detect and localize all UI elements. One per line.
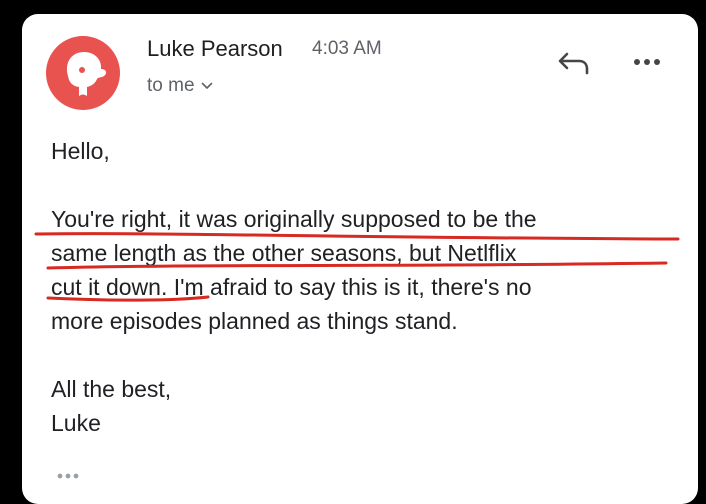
body-line: You're right, it was originally supposed… (51, 206, 537, 232)
reply-icon (558, 52, 589, 75)
show-trimmed-content-button[interactable] (54, 469, 84, 483)
avatar-icon (46, 36, 120, 110)
email-timestamp: 4:03 AM (312, 38, 382, 59)
sender-name[interactable]: Luke Pearson (147, 36, 283, 62)
more-horizontal-icon (634, 59, 660, 65)
email-signoff: All the best, (51, 376, 172, 402)
email-signature: Luke (51, 410, 101, 436)
email-body: Hello, You're right, it was originally s… (51, 134, 691, 440)
sender-avatar[interactable] (46, 36, 120, 110)
recipient-details-toggle[interactable]: to me (147, 75, 213, 97)
email-main-paragraph: You're right, it was originally supposed… (51, 202, 691, 338)
chevron-down-icon (201, 82, 212, 89)
recipient-label: to me (147, 75, 195, 96)
email-greeting: Hello, (51, 138, 110, 164)
body-line: more episodes planned as things stand. (51, 308, 458, 334)
ellipsis-icon (57, 473, 79, 479)
body-line: same length as the other seasons, but Ne… (51, 240, 517, 266)
body-line: cut it down. I'm afraid to say this is i… (51, 274, 532, 300)
reply-button[interactable] (555, 48, 595, 78)
more-options-button[interactable] (627, 50, 667, 74)
email-card: Luke Pearson 4:03 AM to me Hello, You're… (22, 14, 698, 504)
